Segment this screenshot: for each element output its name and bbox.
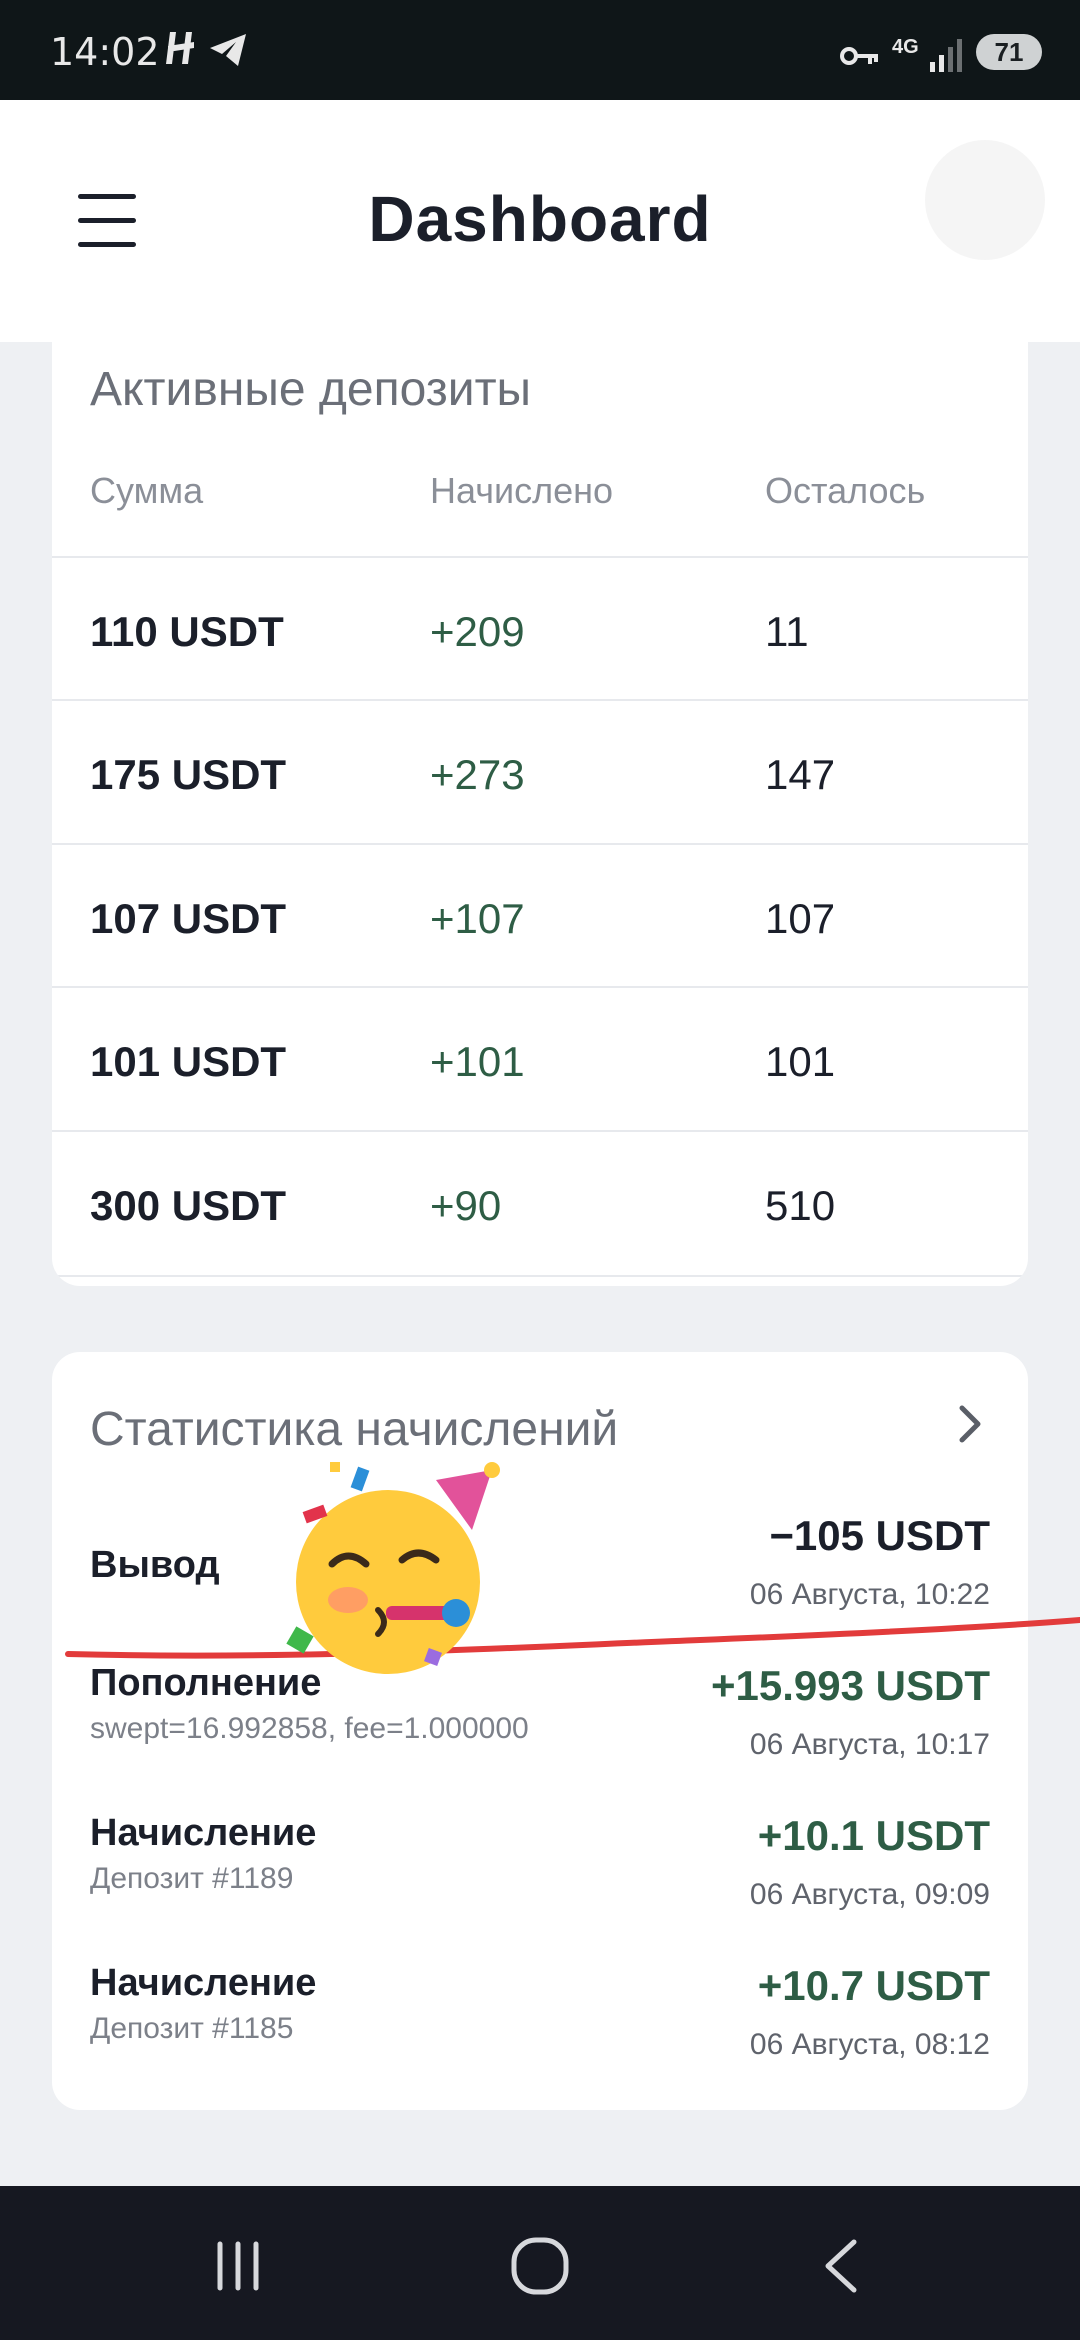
deposit-accrued: +209 xyxy=(430,608,525,655)
deposit-accrued: +107 xyxy=(430,895,525,942)
transaction-note: swept=16.992858, fee=1.000000 xyxy=(90,1712,529,1745)
deposit-remaining: 101 xyxy=(765,1038,836,1085)
back-icon[interactable] xyxy=(804,2236,884,2296)
hashtag-app-icon xyxy=(166,32,194,64)
deposit-remaining: 11 xyxy=(765,608,809,655)
deposit-amount: 300 USDT xyxy=(90,1182,287,1229)
annotation-strike-line xyxy=(65,1617,1080,1659)
vpn-key-icon xyxy=(840,47,878,65)
battery-indicator: 71 xyxy=(976,34,1042,70)
column-header-amount: Сумма xyxy=(90,470,204,511)
deposit-row: 101 USDT +101 101 xyxy=(52,986,1028,1131)
telegram-icon xyxy=(210,34,246,66)
system-nav-bar xyxy=(0,2186,1080,2340)
accrual-stats-card: Статистика начислений Вывод −105 USDT 06… xyxy=(52,1352,1028,2110)
logo-watermark-icon xyxy=(925,140,1045,260)
transaction-type: Начисление xyxy=(90,1812,317,1854)
deposit-amount: 110 USDT xyxy=(90,608,284,655)
deposit-accrued: +90 xyxy=(430,1182,502,1229)
deposit-remaining: 147 xyxy=(765,751,836,798)
transaction-date: 06 Августа, 08:12 xyxy=(749,2028,990,2061)
deposit-row: 175 USDT +273 147 xyxy=(52,699,1028,844)
deposit-amount: 101 USDT xyxy=(90,1038,287,1085)
deposit-amount: 107 USDT xyxy=(90,895,287,942)
active-deposits-card: Активные депозиты Сумма Начислено Остало… xyxy=(52,310,1028,1286)
recent-apps-icon[interactable] xyxy=(198,2236,278,2296)
deposit-remaining: 107 xyxy=(765,895,836,942)
status-bar: 14:02 4G 71 xyxy=(0,0,1080,100)
column-header-accrued: Начислено xyxy=(430,470,614,511)
deposit-accrued: +273 xyxy=(430,751,525,798)
transaction-type: Начисление xyxy=(90,1962,317,2004)
deposits-title: Активные депозиты xyxy=(90,363,532,416)
transaction-amount: +10.1 USDT xyxy=(757,1812,990,1859)
partying-face-emoji xyxy=(286,1462,500,1674)
deposit-accrued: +101 xyxy=(430,1038,525,1085)
network-type: 4G xyxy=(892,36,919,58)
chevron-right-icon[interactable] xyxy=(950,1404,990,1444)
transaction-type: Вывод xyxy=(90,1544,220,1586)
transaction-note: Депозит #1185 xyxy=(90,2012,294,2045)
deposit-remaining: 510 xyxy=(765,1182,836,1229)
transaction-date: 06 Августа, 09:09 xyxy=(749,1878,990,1911)
column-header-remaining: Осталось xyxy=(765,470,926,511)
deposit-amount: 175 USDT xyxy=(90,751,287,798)
clock: 14:02 xyxy=(50,30,160,74)
deposit-row: 110 USDT +209 11 xyxy=(52,556,1028,701)
deposit-row: 300 USDT +90 510 xyxy=(52,1130,1028,1277)
deposit-row: 107 USDT +107 107 xyxy=(52,843,1028,988)
stats-title: Статистика начислений xyxy=(90,1403,619,1456)
transaction-note: Депозит #1189 xyxy=(90,1862,294,1895)
home-icon[interactable] xyxy=(500,2236,580,2296)
transaction-amount: +10.7 USDT xyxy=(757,1962,990,2009)
app-header: Dashboard xyxy=(0,100,1080,342)
transaction-item[interactable]: Начисление Депозит #1185 +10.7 USDT 06 А… xyxy=(52,1952,1028,2102)
transaction-item[interactable]: Начисление Депозит #1189 +10.1 USDT 06 А… xyxy=(52,1802,1028,1952)
transaction-amount: −105 USDT xyxy=(769,1512,990,1559)
signal-icon xyxy=(930,39,962,72)
transaction-date: 06 Августа, 10:17 xyxy=(749,1728,990,1761)
